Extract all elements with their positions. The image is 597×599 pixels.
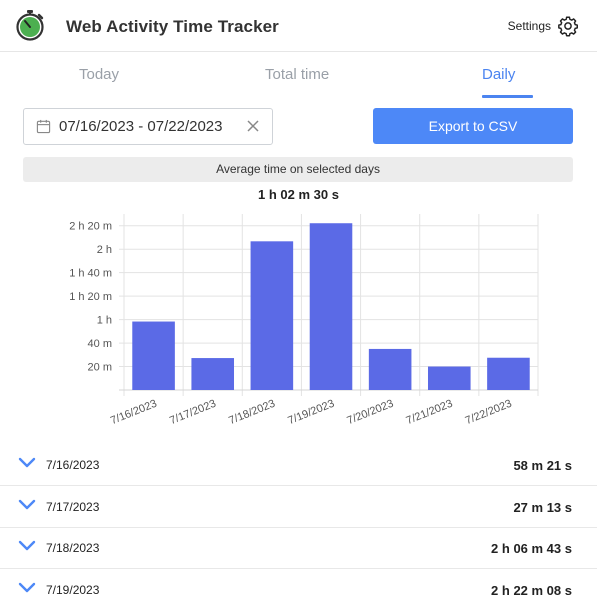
x-tick-label: 7/17/2023: [168, 398, 218, 427]
day-total-time: 2 h 06 m 43 s: [491, 541, 572, 556]
chevron-down-icon: [18, 499, 36, 510]
app-header: Web Activity Time Tracker Settings: [0, 0, 597, 52]
stopwatch-icon: [16, 10, 44, 41]
app-title: Web Activity Time Tracker: [66, 17, 279, 36]
chevron-down-icon: [18, 582, 36, 593]
gear-icon: [558, 16, 578, 37]
chevron-down-icon: [18, 540, 36, 551]
bar: [487, 357, 530, 390]
day-date: 7/19/2023: [46, 583, 100, 597]
x-tick-label: 7/20/2023: [345, 398, 395, 427]
x-tick-label: 7/16/2023: [109, 398, 159, 427]
bar: [191, 358, 235, 390]
average-label: Average time on selected days: [216, 162, 380, 176]
y-tick-label: 2 h 20 m: [69, 221, 112, 233]
daily-bar-chart: 20 m 40 m 1 h 1 h 20 m 1 h 40 m 2 h 2 h 20 m 7/…: [69, 214, 539, 427]
y-tick-label: 20 m: [88, 362, 112, 374]
day-date: 7/16/2023: [46, 458, 100, 472]
x-tick-label: 7/22/2023: [464, 398, 514, 427]
x-tick-label: 7/21/2023: [405, 398, 455, 427]
bar: [132, 321, 175, 390]
day-total-time: 27 m 13 s: [513, 500, 572, 515]
active-tab-indicator: [482, 95, 533, 98]
export-csv-button[interactable]: Export to CSV: [373, 108, 573, 144]
x-tick-label: 7/19/2023: [286, 398, 336, 427]
settings-button[interactable]: Settings: [508, 15, 579, 37]
day-total-time: 2 h 22 m 08 s: [491, 583, 572, 598]
bar: [427, 366, 471, 390]
date-range-value: 07/16/2023 - 07/22/2023: [59, 118, 223, 135]
day-date: 7/17/2023: [46, 500, 100, 514]
calendar-icon: [36, 119, 51, 134]
day-row[interactable]: 7/16/2023 58 m 21 s: [0, 445, 597, 486]
y-tick-label: 1 h 40 m: [69, 268, 112, 280]
tab-daily[interactable]: Daily: [482, 66, 515, 83]
bar: [368, 348, 412, 390]
day-row[interactable]: 7/19/2023 2 h 22 m 08 s: [0, 570, 597, 599]
y-tick-label: 1 h: [97, 315, 112, 327]
tab-total-time[interactable]: Total time: [265, 66, 329, 83]
day-row[interactable]: 7/17/2023 27 m 13 s: [0, 487, 597, 528]
close-icon[interactable]: [246, 119, 260, 133]
average-label-bar: Average time on selected days: [23, 157, 573, 182]
y-tick-label: 40 m: [88, 338, 112, 350]
tab-today[interactable]: Today: [79, 66, 119, 83]
day-row[interactable]: 7/18/2023 2 h 06 m 43 s: [0, 528, 597, 569]
bar: [250, 241, 294, 390]
y-tick-label: 2 h: [97, 244, 112, 256]
day-date: 7/18/2023: [46, 541, 100, 555]
bar: [309, 223, 353, 390]
x-tick-label: 7/18/2023: [227, 398, 277, 427]
y-tick-label: 1 h 20 m: [69, 291, 112, 303]
date-range-picker[interactable]: 07/16/2023 - 07/22/2023: [23, 108, 273, 145]
day-total-time: 58 m 21 s: [513, 458, 572, 473]
settings-label: Settings: [507, 19, 551, 33]
chevron-down-icon: [18, 457, 36, 468]
tab-bar: Today Total time Daily: [0, 52, 597, 98]
